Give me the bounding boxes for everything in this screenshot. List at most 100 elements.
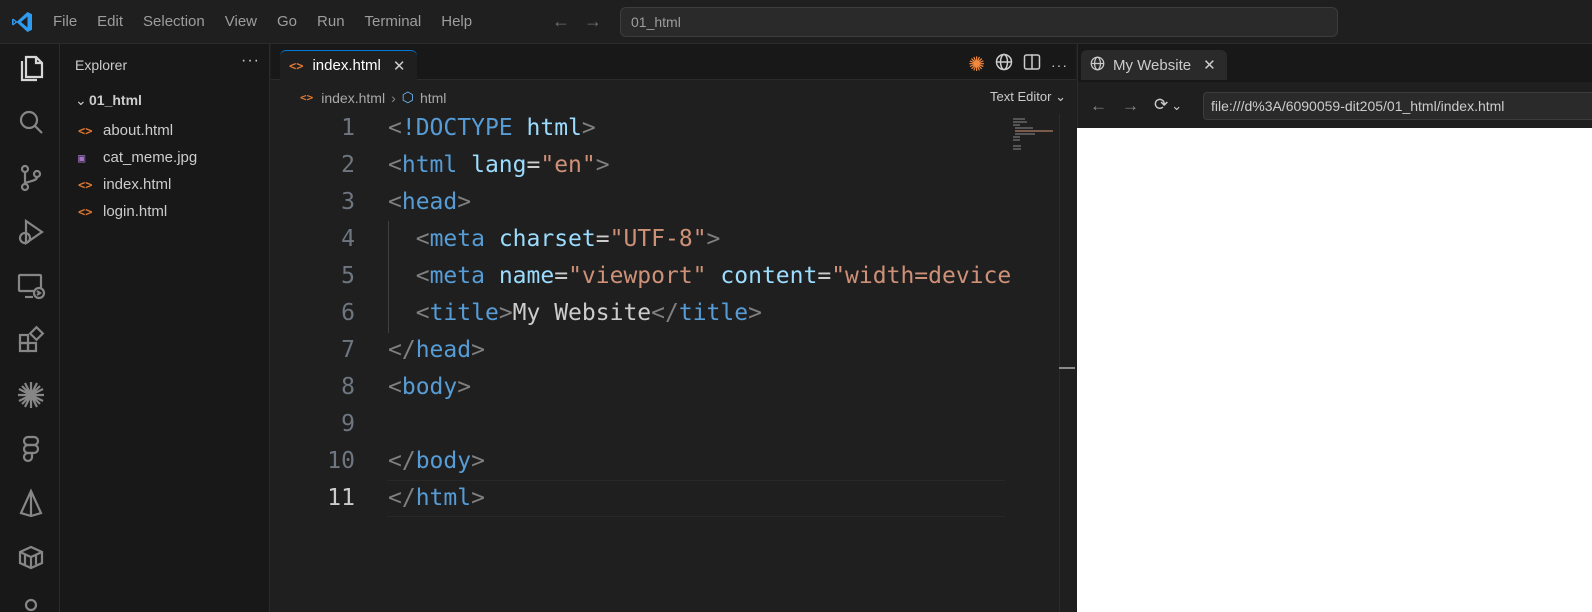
code-line[interactable]: 6 <title>My Website</title> xyxy=(271,295,1076,332)
code-line[interactable]: 9 xyxy=(271,406,1076,443)
menu-go[interactable]: Go xyxy=(277,12,297,32)
browser-viewport[interactable] xyxy=(1077,128,1592,612)
code-token: head xyxy=(401,189,458,215)
menu-selection[interactable]: Selection xyxy=(143,12,205,32)
code-line[interactable]: 8 <body> xyxy=(271,369,1076,406)
code-line[interactable]: 10 </body> xyxy=(271,443,1076,480)
code-token: head xyxy=(415,337,472,363)
minimap-line xyxy=(1013,124,1020,126)
explorer-icon[interactable] xyxy=(15,52,47,84)
close-icon[interactable]: ✕ xyxy=(1203,56,1216,74)
line-content: <title>My Website</title> xyxy=(388,295,762,332)
menu-help[interactable]: Help xyxy=(441,12,472,32)
reload-icon[interactable]: ⟳ ⌄ xyxy=(1154,95,1182,115)
title-bar: File Edit Selection View Go Run Terminal… xyxy=(0,0,1592,44)
url-bar[interactable]: file:///d%3A/6090059-dit205/01_html/inde… xyxy=(1203,92,1592,120)
line-content: </html> xyxy=(388,480,485,517)
minimap[interactable] xyxy=(1011,114,1059,612)
code-line[interactable]: 2 <html lang="en"> xyxy=(271,147,1076,184)
minimap-line xyxy=(1013,139,1020,141)
image-file-icon: ▣ xyxy=(78,150,86,165)
line-content: <meta charset="UTF-8"> xyxy=(388,221,721,258)
code-token: </ xyxy=(651,300,679,326)
source-control-icon[interactable] xyxy=(15,162,47,194)
accounts-icon[interactable] xyxy=(15,594,47,612)
code-token: < xyxy=(388,152,402,178)
editor-mode-dropdown[interactable]: Text Editor ⌄ xyxy=(990,89,1066,105)
line-number: 2 xyxy=(341,152,355,178)
remote-explorer-icon[interactable] xyxy=(15,270,47,302)
tab-my-website[interactable]: My Website ✕ xyxy=(1081,50,1227,80)
html-file-icon: <> xyxy=(78,177,93,192)
menu-edit[interactable]: Edit xyxy=(97,12,123,32)
code-line[interactable]: 11 </html> xyxy=(271,480,1076,517)
code-token: "UTF-8" xyxy=(609,226,707,252)
breadcrumb-file[interactable]: index.html xyxy=(321,90,385,106)
close-icon[interactable]: ✕ xyxy=(393,57,406,75)
sparkle-icon[interactable] xyxy=(15,379,47,411)
file-item[interactable]: ▣ cat_meme.jpg xyxy=(78,149,197,166)
back-arrow-icon[interactable]: ← xyxy=(1090,96,1107,116)
line-number: 8 xyxy=(341,374,355,400)
code-token: html xyxy=(401,152,458,178)
sidebar-title: Explorer xyxy=(75,57,128,73)
editor-mode-label: Text Editor xyxy=(990,89,1052,104)
file-item[interactable]: <> index.html xyxy=(78,176,171,193)
vertical-scrollbar[interactable] xyxy=(1059,114,1060,612)
figma-icon[interactable] xyxy=(15,433,47,465)
code-token: My Website xyxy=(512,300,652,326)
code-token: = xyxy=(595,226,610,252)
more-actions-icon[interactable]: ··· xyxy=(1051,57,1068,73)
search-icon[interactable] xyxy=(15,107,47,139)
chevron-down-icon[interactable]: ⌄ xyxy=(1171,98,1182,113)
file-item[interactable]: <> about.html xyxy=(78,122,173,139)
code-token: title xyxy=(678,300,749,326)
globe-icon[interactable] xyxy=(995,53,1013,76)
breadcrumb-symbol[interactable]: html xyxy=(420,90,446,106)
code-token: </ xyxy=(388,337,416,363)
forward-arrow-icon[interactable]: → xyxy=(584,11,602,32)
code-token: > xyxy=(595,152,610,178)
back-arrow-icon[interactable]: ← xyxy=(552,11,570,32)
code-line[interactable]: 7 </head> xyxy=(271,332,1076,369)
menu-file[interactable]: File xyxy=(53,12,77,32)
tab-index-html[interactable]: <> index.html ✕ xyxy=(280,50,417,80)
line-number: 11 xyxy=(327,485,355,511)
code-line[interactable]: 5 <meta name="viewport" content="width=d… xyxy=(271,258,1076,295)
code-token: > xyxy=(471,337,485,363)
run-debug-icon[interactable] xyxy=(15,216,47,248)
code-line[interactable]: 3 <head> xyxy=(271,184,1076,221)
tab-label: index.html xyxy=(312,57,381,74)
split-editor-icon[interactable] xyxy=(1023,53,1041,76)
code-editor[interactable]: 1 <!DOCTYPE html> 2 <html lang="en"> 3 <head>… xyxy=(271,114,1076,612)
file-item[interactable]: <> login.html xyxy=(78,203,167,220)
command-center-search[interactable]: 01_html xyxy=(620,7,1338,37)
menu-run[interactable]: Run xyxy=(317,12,345,32)
code-token: < xyxy=(415,226,430,252)
menu-terminal[interactable]: Terminal xyxy=(365,12,422,32)
more-actions-icon[interactable]: ··· xyxy=(241,52,260,70)
minimap-line xyxy=(1015,133,1035,135)
line-content: <body> xyxy=(388,369,471,406)
copilot-sparkle-icon[interactable]: ✺ xyxy=(968,52,985,77)
menu-view[interactable]: View xyxy=(225,12,257,32)
line-number: 4 xyxy=(341,226,355,252)
code-line[interactable]: 1 <!DOCTYPE html> xyxy=(271,114,1076,147)
chevron-down-icon: ⌄ xyxy=(1055,89,1066,104)
forward-arrow-icon[interactable]: → xyxy=(1122,96,1139,116)
code-token: !DOCTYPE xyxy=(401,115,513,141)
line-number: 7 xyxy=(341,337,355,363)
folder-root[interactable]: ⌄ 01_html xyxy=(75,92,142,109)
html-file-icon: <> xyxy=(300,91,314,104)
container-icon[interactable] xyxy=(15,541,47,573)
minimap-line xyxy=(1015,130,1053,132)
code-line[interactable]: 4 <meta charset="UTF-8"> xyxy=(271,221,1076,258)
prism-icon[interactable] xyxy=(15,487,47,519)
minimap-line xyxy=(1013,145,1021,147)
code-token: "en" xyxy=(540,152,596,178)
extensions-icon[interactable] xyxy=(15,324,47,356)
